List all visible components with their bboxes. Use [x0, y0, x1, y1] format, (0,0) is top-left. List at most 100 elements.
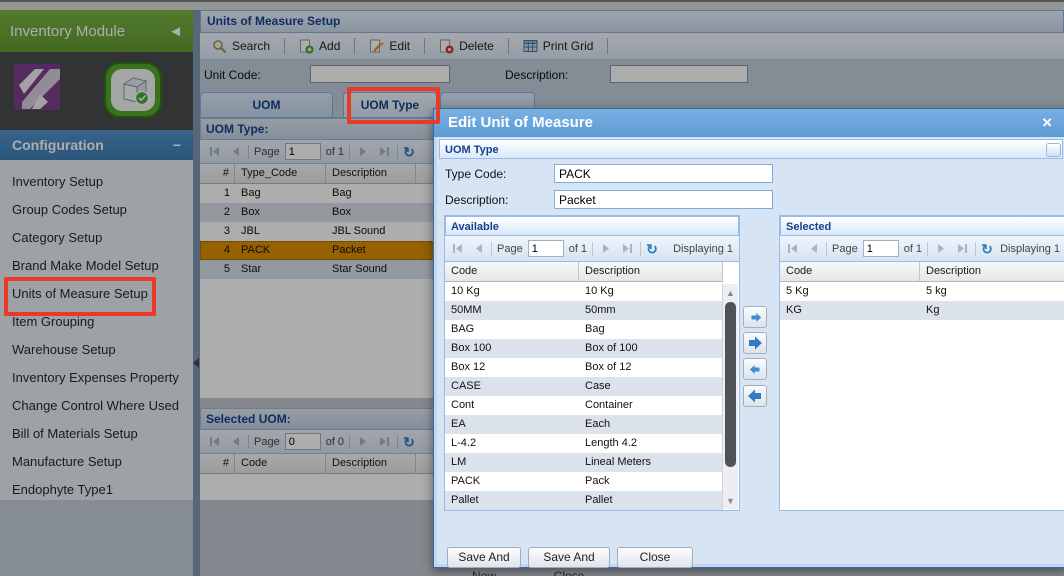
table-cell: KG	[780, 301, 920, 320]
table-cell: Lineal Meters	[579, 453, 723, 472]
column-header[interactable]: Code	[780, 262, 920, 281]
table-cell: Each	[579, 415, 723, 434]
table-cell: Cont	[445, 396, 579, 415]
last-page-icon[interactable]	[619, 241, 635, 257]
app-window: Inventory Module ◄ Configuration −	[0, 0, 1064, 576]
page-of-label: of 1	[569, 243, 587, 255]
save-and-close-button[interactable]: Save And Close	[528, 547, 610, 568]
first-page-icon[interactable]	[784, 241, 800, 257]
table-cell: Box 100	[445, 339, 579, 358]
selected-panel: Selected Page of 1 ↻ Displaying 1 C	[779, 215, 1064, 511]
selected-pager: Page of 1 ↻ Displaying 1	[780, 236, 1064, 262]
scrollbar-thumb[interactable]	[725, 302, 736, 467]
type-code-label: Type Code:	[445, 167, 506, 181]
table-row[interactable]: EAEach	[445, 415, 723, 434]
table-cell: Length 4.2	[579, 434, 723, 453]
table-row[interactable]: PACKPack	[445, 472, 723, 491]
dialog-title: Edit Unit of Measure	[434, 109, 1064, 137]
selected-title: Selected	[780, 216, 1064, 236]
panel-tool-icon[interactable]	[1046, 143, 1061, 157]
table-row[interactable]: ContContainer	[445, 396, 723, 415]
page-number-input[interactable]	[528, 240, 564, 257]
refresh-icon[interactable]: ↻	[646, 242, 658, 256]
type-code-input[interactable]	[554, 164, 773, 183]
column-header[interactable]: Description	[579, 262, 723, 281]
table-cell: Box 12	[445, 358, 579, 377]
table-cell: 10 Kg	[445, 282, 579, 301]
available-panel: Available Page of 1 ↻ Displaying 1	[444, 215, 740, 511]
table-row[interactable]: Box 100Box of 100	[445, 339, 723, 358]
table-cell: L-4.2	[445, 434, 579, 453]
arrow-right-icon	[749, 311, 762, 324]
table-row[interactable]: 10 Kg10 Kg	[445, 282, 723, 301]
dialog-panel-title: UOM Type	[439, 139, 1063, 159]
table-cell: 5 Kg	[780, 282, 920, 301]
table-cell: 10 Kg	[579, 282, 723, 301]
table-cell: Pallet	[579, 491, 723, 510]
table-row[interactable]: KGKg	[780, 301, 1064, 320]
table-row[interactable]: LMLineal Meters	[445, 453, 723, 472]
prev-page-icon[interactable]	[470, 241, 486, 257]
refresh-icon[interactable]: ↻	[981, 242, 993, 256]
move-all-left-button[interactable]	[743, 385, 767, 407]
column-header[interactable]: Code	[445, 262, 579, 281]
arrow-right-bold-icon	[747, 335, 763, 351]
annotation-box-units-of-measure	[4, 277, 156, 316]
save-and-new-button[interactable]: Save And New	[447, 547, 521, 568]
table-cell: Pallet	[445, 491, 579, 510]
table-cell: Box of 12	[579, 358, 723, 377]
table-cell: Box of 100	[579, 339, 723, 358]
available-pager: Page of 1 ↻ Displaying 1	[445, 236, 739, 262]
table-cell: 5 kg	[920, 282, 1064, 301]
vertical-scrollbar[interactable]: ▲ ▼	[722, 284, 738, 509]
dialog-description-input[interactable]	[554, 190, 773, 209]
available-title: Available	[445, 216, 739, 236]
move-right-button[interactable]	[743, 306, 767, 328]
column-header[interactable]: Description	[920, 262, 1064, 281]
move-all-right-button[interactable]	[743, 332, 767, 354]
page-label: Page	[497, 243, 523, 255]
grid-column-headers: Code Description	[445, 262, 723, 282]
table-row[interactable]: CASECase	[445, 377, 723, 396]
displaying-label: Displaying 1	[673, 243, 735, 255]
arrow-left-bold-icon	[747, 388, 763, 404]
prev-page-icon[interactable]	[805, 241, 821, 257]
table-row[interactable]: Box 12Box of 12	[445, 358, 723, 377]
annotation-box-uom-type-tab	[347, 87, 440, 124]
displaying-label: Displaying 1	[1000, 243, 1062, 255]
page-label: Page	[832, 243, 858, 255]
grid-column-headers: Code Description	[780, 262, 1064, 282]
table-cell: BAG	[445, 320, 579, 339]
edit-unit-of-measure-dialog: Edit Unit of Measure × UOM Type Type Cod…	[433, 108, 1064, 568]
table-cell: PACK	[445, 472, 579, 491]
table-cell: EA	[445, 415, 579, 434]
table-cell: Container	[579, 396, 723, 415]
next-page-icon[interactable]	[598, 241, 614, 257]
close-button[interactable]: Close	[617, 547, 693, 568]
arrow-left-icon	[749, 363, 762, 376]
table-cell: 50MM	[445, 301, 579, 320]
table-row[interactable]: PalletPallet	[445, 491, 723, 510]
selected-grid-rows: 5 Kg5 kgKGKg	[780, 282, 1064, 320]
dialog-description-label: Description:	[445, 193, 508, 207]
table-row[interactable]: 50MM50mm	[445, 301, 723, 320]
table-row[interactable]: 5 Kg5 kg	[780, 282, 1064, 301]
table-cell: Kg	[920, 301, 1064, 320]
table-cell: 50mm	[579, 301, 723, 320]
scroll-up-icon[interactable]: ▲	[724, 285, 737, 300]
first-page-icon[interactable]	[449, 241, 465, 257]
table-cell: Bag	[579, 320, 723, 339]
move-left-button[interactable]	[743, 358, 767, 380]
last-page-icon[interactable]	[954, 241, 970, 257]
scroll-down-icon[interactable]: ▼	[724, 493, 737, 508]
next-page-icon[interactable]	[933, 241, 949, 257]
close-icon[interactable]: ×	[1042, 113, 1052, 133]
page-number-input[interactable]	[863, 240, 899, 257]
table-cell: Pack	[579, 472, 723, 491]
table-row[interactable]: L-4.2Length 4.2	[445, 434, 723, 453]
table-cell: LM	[445, 453, 579, 472]
dialog-body: UOM Type Type Code: Description: Availab…	[434, 137, 1064, 567]
available-grid-rows: 10 Kg10 Kg50MM50mmBAGBagBox 100Box of 10…	[445, 282, 723, 510]
table-row[interactable]: BAGBag	[445, 320, 723, 339]
page-of-label: of 1	[904, 243, 922, 255]
